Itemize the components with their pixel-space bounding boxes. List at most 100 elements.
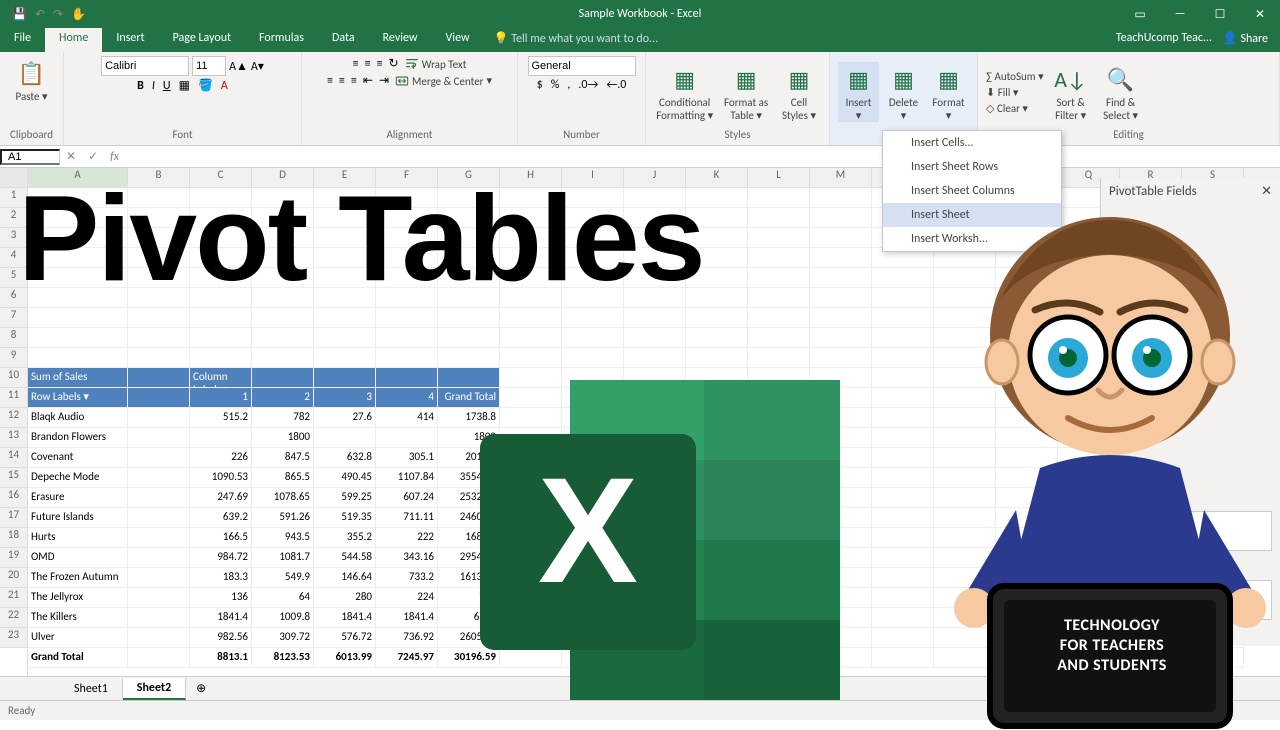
cell[interactable] bbox=[252, 308, 314, 328]
cell[interactable]: 305.1 bbox=[376, 448, 438, 468]
border-icon[interactable]: ▦ bbox=[179, 78, 190, 93]
cell[interactable] bbox=[128, 608, 190, 628]
cell[interactable]: Blaqk Audio bbox=[28, 408, 128, 428]
save-icon[interactable]: 💾 bbox=[12, 7, 27, 21]
col-header[interactable]: M bbox=[810, 168, 872, 188]
cell[interactable] bbox=[748, 328, 810, 348]
cell[interactable] bbox=[562, 348, 624, 368]
sheet-tab-1[interactable]: Sheet1 bbox=[60, 679, 123, 699]
cell[interactable]: 1081.7 bbox=[252, 548, 314, 568]
cell[interactable] bbox=[128, 588, 190, 608]
cell[interactable] bbox=[128, 548, 190, 568]
cell[interactable] bbox=[128, 308, 190, 328]
row-header[interactable]: 21 bbox=[0, 588, 27, 608]
cell[interactable] bbox=[190, 348, 252, 368]
fx-icon[interactable]: fx bbox=[104, 150, 125, 164]
minimize-icon[interactable]: — bbox=[1160, 0, 1200, 28]
name-box[interactable] bbox=[0, 149, 60, 165]
cell[interactable] bbox=[748, 268, 810, 288]
italic-button[interactable]: I bbox=[152, 79, 155, 93]
cell[interactable] bbox=[128, 528, 190, 548]
cell[interactable]: 64 bbox=[252, 588, 314, 608]
cell[interactable]: 1841.4 bbox=[190, 608, 252, 628]
formula-input[interactable] bbox=[125, 149, 1280, 164]
row-header[interactable]: 17 bbox=[0, 508, 27, 528]
row-header[interactable]: 9 bbox=[0, 348, 27, 368]
cell[interactable]: 3 bbox=[314, 388, 376, 408]
indent-inc-icon[interactable]: ⇥ bbox=[379, 73, 389, 88]
cell[interactable] bbox=[190, 428, 252, 448]
cell[interactable] bbox=[624, 328, 686, 348]
cell[interactable] bbox=[562, 328, 624, 348]
cell[interactable]: 591.26 bbox=[252, 508, 314, 528]
row-header[interactable]: 16 bbox=[0, 488, 27, 508]
row-header[interactable]: 22 bbox=[0, 608, 27, 628]
row-header[interactable]: 10 bbox=[0, 368, 27, 388]
cell[interactable]: 736.92 bbox=[376, 628, 438, 648]
tab-file[interactable]: File bbox=[0, 28, 45, 52]
ribbon-options-icon[interactable]: ▭ bbox=[1120, 0, 1160, 28]
cell[interactable]: Brandon Flowers bbox=[28, 428, 128, 448]
cell[interactable]: 8813.1 bbox=[190, 648, 252, 668]
cell[interactable]: Future Islands bbox=[28, 508, 128, 528]
cell[interactable] bbox=[252, 328, 314, 348]
cell[interactable] bbox=[190, 328, 252, 348]
row-header[interactable]: 18 bbox=[0, 528, 27, 548]
cell[interactable] bbox=[128, 648, 190, 668]
cell[interactable] bbox=[748, 208, 810, 228]
cell[interactable]: 309.72 bbox=[252, 628, 314, 648]
cell[interactable]: The Killers bbox=[28, 608, 128, 628]
find-select-button[interactable]: 🔍Find & Select ▾ bbox=[1098, 62, 1144, 122]
clear-button[interactable]: ◇ Clear ▾ bbox=[986, 102, 1044, 115]
paste-button[interactable]: 📋Paste ▾ bbox=[9, 56, 55, 103]
fill-color-icon[interactable]: 🪣 bbox=[198, 78, 213, 93]
cell[interactable] bbox=[128, 408, 190, 428]
cell[interactable] bbox=[376, 368, 438, 388]
cell[interactable]: 4 bbox=[376, 388, 438, 408]
align-right-icon[interactable]: ≡ bbox=[351, 74, 357, 88]
tab-insert[interactable]: Insert bbox=[102, 28, 158, 52]
cell[interactable]: OMD bbox=[28, 548, 128, 568]
cell[interactable] bbox=[376, 328, 438, 348]
cell[interactable]: 226 bbox=[190, 448, 252, 468]
cell[interactable]: 7245.97 bbox=[376, 648, 438, 668]
sheet-tab-2[interactable]: Sheet2 bbox=[123, 678, 186, 700]
row-header[interactable]: 12 bbox=[0, 408, 27, 428]
cell[interactable]: 1009.8 bbox=[252, 608, 314, 628]
cell[interactable] bbox=[810, 228, 872, 248]
underline-button[interactable]: U bbox=[163, 79, 171, 93]
orientation-icon[interactable]: ↻ bbox=[389, 56, 399, 71]
row-header[interactable]: 23 bbox=[0, 628, 27, 648]
cancel-fx-icon[interactable]: ✕ bbox=[60, 149, 82, 164]
cell[interactable] bbox=[686, 348, 748, 368]
cell[interactable]: 1841.4 bbox=[376, 608, 438, 628]
cell[interactable] bbox=[128, 568, 190, 588]
tell-me-input[interactable]: 💡 Tell me what you want to do... bbox=[484, 28, 669, 52]
row-header[interactable]: 15 bbox=[0, 468, 27, 488]
cell-styles-button[interactable]: ▦Cell Styles ▾ bbox=[777, 62, 821, 122]
cell[interactable]: 847.5 bbox=[252, 448, 314, 468]
cell[interactable]: 639.2 bbox=[190, 508, 252, 528]
autosum-button[interactable]: ∑ AutoSum ▾ bbox=[986, 70, 1044, 83]
cell[interactable] bbox=[500, 348, 562, 368]
cell[interactable] bbox=[500, 328, 562, 348]
cell[interactable] bbox=[562, 308, 624, 328]
currency-icon[interactable]: $ bbox=[537, 78, 543, 92]
cell[interactable]: 1107.84 bbox=[376, 468, 438, 488]
font-size-combo[interactable] bbox=[192, 56, 226, 76]
cell[interactable]: 136 bbox=[190, 588, 252, 608]
undo-icon[interactable]: ↶ bbox=[35, 7, 45, 21]
cell[interactable]: 549.9 bbox=[252, 568, 314, 588]
cell[interactable]: 982.56 bbox=[190, 628, 252, 648]
cell[interactable]: 782 bbox=[252, 408, 314, 428]
cell[interactable] bbox=[748, 188, 810, 208]
cell[interactable]: Hurts bbox=[28, 528, 128, 548]
bold-button[interactable]: B bbox=[137, 79, 144, 93]
cell[interactable] bbox=[190, 308, 252, 328]
row-header[interactable]: 20 bbox=[0, 568, 27, 588]
cell[interactable]: Row Labels ▾ bbox=[28, 388, 128, 408]
cell[interactable] bbox=[686, 328, 748, 348]
cell[interactable] bbox=[128, 368, 190, 388]
cell[interactable]: Depeche Mode bbox=[28, 468, 128, 488]
cell[interactable] bbox=[128, 468, 190, 488]
